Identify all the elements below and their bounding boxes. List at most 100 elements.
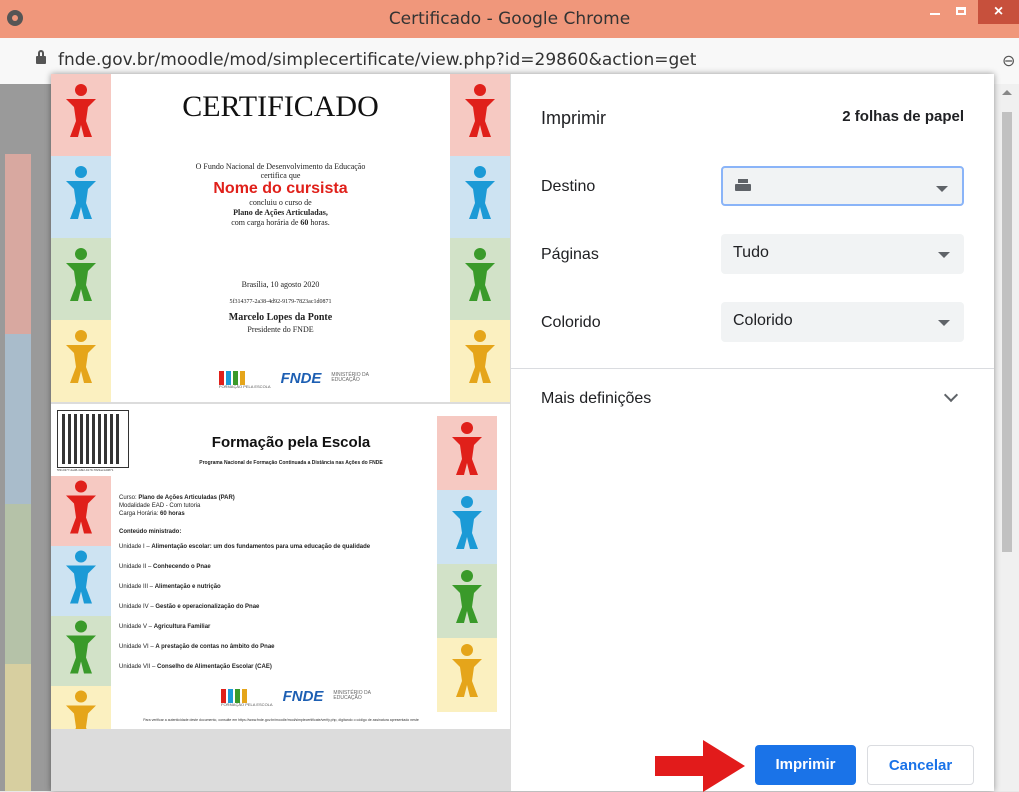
figure-column-left: [51, 74, 111, 402]
url-text[interactable]: fnde.gov.br/moodle/mod/simplecertificate…: [58, 50, 696, 70]
destination-select[interactable]: [721, 166, 964, 206]
person-figure-icon: [450, 643, 484, 707]
unit-label: Unidade III –: [119, 584, 155, 590]
hours-suffix: horas.: [308, 218, 330, 227]
certificate-signer-role: Presidente do FNDE: [247, 325, 314, 334]
minimize-button[interactable]: [922, 0, 950, 24]
sheet-count: 2 folhas de papel: [842, 108, 964, 125]
figure-cell: [51, 476, 111, 546]
close-button[interactable]: ×: [978, 0, 1019, 24]
person-figure-icon: [463, 247, 497, 311]
person-figure-icon: [64, 83, 98, 147]
fnde-logo: FNDE: [280, 369, 322, 387]
unit-title: Conhecendo o Pnae: [153, 564, 211, 570]
person-figure-icon: [64, 480, 98, 543]
preview-page-1: CERTIFICADO O Fundo Nacional de Desenvol…: [51, 74, 510, 402]
unit-title: Agricultura Familiar: [153, 624, 211, 630]
scroll-up-icon[interactable]: [1002, 90, 1012, 95]
person-figure-icon: [450, 495, 484, 559]
color-select[interactable]: Colorido: [721, 302, 964, 342]
background-stripe: [5, 334, 31, 504]
background-stripe: [5, 154, 31, 334]
person-figure-icon: [64, 247, 98, 311]
person-figure-icon: [64, 329, 98, 393]
ministerio-logo: MINISTÉRIO DA EDUCAÇÃO: [333, 689, 371, 701]
figure-cell: [437, 638, 497, 712]
window-titlebar: Certificado - Google Chrome ×: [0, 0, 1019, 38]
certificate-course: Plano de Ações Articuladas,: [233, 208, 328, 217]
unit-item: Unidade III – Alimentação e nutrição: [119, 584, 221, 590]
formacao-logo: FORMAÇÃO PELA ESCOLA: [221, 685, 273, 707]
carga-label: Carga Horária:: [119, 511, 161, 517]
figure-column-right: [450, 74, 510, 402]
unit-item: Unidade II – Conhecendo o Pnae: [119, 564, 211, 570]
person-figure-icon: [463, 329, 497, 393]
figure-cell: [51, 238, 111, 320]
person-figure-icon: [463, 165, 497, 229]
print-button[interactable]: Imprimir: [755, 745, 856, 785]
lock-icon: [36, 50, 46, 64]
person-figure-icon: [64, 550, 98, 613]
ministerio-logo: MINISTÉRIO DA EDUCAÇÃO: [331, 371, 369, 383]
unit-label: Unidade V –: [119, 624, 154, 630]
curso-value: Plano de Ações Articuladas (PAR): [138, 495, 235, 501]
maximize-button[interactable]: [948, 0, 976, 24]
background-stripe: [5, 504, 31, 664]
preview-page-2: 5f314377-2a38-4d92-9179-7823ac1d0871 For…: [51, 404, 510, 729]
unit-title: Gestão e operacionalização do Pnae: [155, 604, 260, 610]
pages-select[interactable]: Tudo: [721, 234, 964, 274]
figure-cell: [450, 74, 510, 156]
unit-title: Conselho de Alimentação Escolar (CAE): [157, 664, 272, 670]
sheet2-title: Formação pela Escola: [211, 434, 371, 451]
print-settings-panel: Imprimir 2 folhas de papel Destino Págin…: [511, 74, 994, 791]
figure-cell: [450, 320, 510, 402]
unit-title: Alimentação escolar: um dos fundamentos …: [151, 544, 371, 550]
footer-logos: FORMAÇÃO PELA ESCOLA FNDE MINISTÉRIO DA …: [219, 366, 371, 390]
formacao-logo: FORMAÇÃO PELA ESCOLA: [219, 367, 271, 389]
settings-divider: [511, 368, 994, 369]
print-preview: CERTIFICADO O Fundo Nacional de Desenvol…: [51, 74, 511, 791]
verification-footer: Para verificar a autenticidade deste doc…: [143, 718, 419, 722]
print-heading: Imprimir: [541, 108, 606, 128]
figure-cell: [51, 320, 111, 402]
figure-cell: [51, 156, 111, 238]
cancel-button[interactable]: Cancelar: [867, 745, 974, 785]
carga-line: Carga Horária: 60 horas: [119, 511, 185, 517]
conteudo-heading: Conteúdo ministrado:: [119, 529, 182, 535]
person-figure-icon: [64, 690, 98, 729]
paginas-label: Páginas: [541, 246, 599, 263]
unit-item: Unidade IV – Gestão e operacionalização …: [119, 604, 259, 610]
unit-label: Unidade I –: [119, 544, 152, 550]
certificate-recipient-name: Nome do cursista: [213, 180, 348, 197]
course-line: Curso: Plano de Ações Articuladas (PAR): [119, 495, 235, 501]
dropdown-arrow-icon: [936, 186, 948, 192]
person-figure-icon: [64, 620, 98, 683]
scrollbar-thumb[interactable]: [1002, 112, 1012, 552]
certificate-line: concluiu o curso de: [249, 198, 312, 207]
unit-item: Unidade VII – Conselho de Alimentação Es…: [119, 664, 272, 670]
sheet2-subtitle: Programa Nacional de Formação Continuada…: [199, 460, 383, 466]
certificate-signer: Marcelo Lopes da Ponte: [228, 312, 333, 323]
certificate-title: CERTIFICADO: [182, 90, 379, 123]
page-scrollbar[interactable]: [994, 84, 1019, 791]
person-figure-icon: [463, 83, 497, 147]
figure-cell: [437, 564, 497, 638]
unit-title: A prestação de contas no âmbito do Pnae: [155, 644, 275, 650]
figure-cell: [51, 74, 111, 156]
chevron-down-icon[interactable]: [943, 387, 959, 403]
dropdown-arrow-icon: [938, 252, 950, 258]
certificate-line: O Fundo Nacional de Desenvolvimento da E…: [195, 162, 366, 171]
certificate-date: Brasília, 10 agosto 2020: [241, 280, 320, 289]
destino-label: Destino: [541, 178, 596, 195]
certificate-line: certifica que: [260, 171, 301, 180]
formacao-logo-mark: [221, 685, 247, 703]
qr-code: [57, 410, 129, 468]
more-settings-toggle[interactable]: Mais definições: [541, 390, 651, 408]
unit-item: Unidade VI – A prestação de contas no âm…: [119, 644, 275, 650]
formacao-logo-text: FORMAÇÃO PELA ESCOLA: [221, 701, 273, 707]
window-title: Certificado - Google Chrome: [388, 9, 631, 29]
zoom-icon[interactable]: ⊖: [1002, 51, 1015, 71]
figure-cell: [437, 416, 497, 490]
qr-code-text: 5f314377-2a38-4d92-9179-7823ac1d0871: [57, 468, 114, 472]
figure-cell: [51, 546, 111, 616]
